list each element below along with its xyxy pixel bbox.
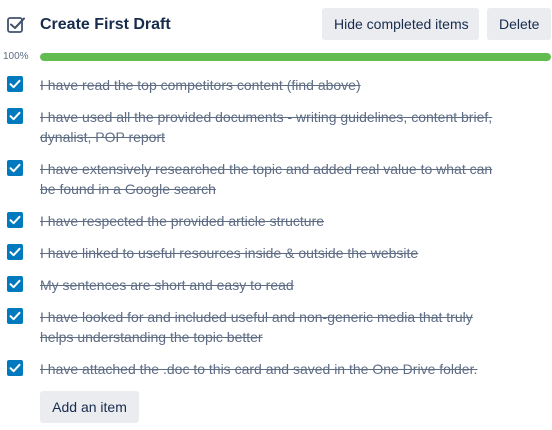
item-checkbox[interactable] [7, 360, 23, 376]
checkmark-icon [9, 79, 21, 89]
checklist-title[interactable]: Create First Draft [40, 14, 171, 36]
checkmark-icon [9, 247, 21, 257]
item-text[interactable]: I have used all the provided documents -… [40, 107, 510, 147]
progress-percentage: 100% [3, 51, 29, 62]
item-text[interactable]: I have extensively researched the topic … [40, 159, 510, 199]
checklist-item[interactable]: I have linked to useful resources inside… [0, 238, 552, 261]
checklist-item[interactable]: I have attached the .doc to this card an… [0, 354, 552, 377]
delete-button[interactable]: Delete [487, 8, 551, 40]
item-text[interactable]: I have respected the provided article st… [40, 211, 510, 231]
item-checkbox[interactable] [7, 212, 23, 228]
checklist-item[interactable]: My sentences are short and easy to read [0, 270, 552, 293]
item-text[interactable]: I have linked to useful resources inside… [40, 243, 510, 263]
checklist-item[interactable]: I have looked for and included useful an… [0, 302, 552, 345]
checkmark-icon [9, 163, 21, 173]
checklist-icon [7, 17, 25, 33]
checkmark-icon [9, 215, 21, 225]
progress-bar-fill [40, 53, 551, 61]
checklist-item[interactable]: I have read the top competitors content … [0, 70, 552, 93]
item-text[interactable]: I have looked for and included useful an… [40, 307, 510, 347]
item-checkbox[interactable] [7, 308, 23, 324]
checklist-item[interactable]: I have extensively researched the topic … [0, 154, 552, 197]
item-checkbox[interactable] [7, 244, 23, 260]
checklist-item[interactable]: I have used all the provided documents -… [0, 102, 552, 145]
progress-bar [40, 53, 551, 61]
add-item-button[interactable]: Add an item [40, 391, 139, 423]
checkmark-icon [9, 279, 21, 289]
checkmark-icon [9, 311, 21, 321]
checklist-panel: Create First Draft Hide completed items … [0, 0, 552, 430]
item-checkbox[interactable] [7, 276, 23, 292]
item-text[interactable]: I have read the top competitors content … [40, 75, 510, 95]
item-text[interactable]: My sentences are short and easy to read [40, 275, 510, 295]
checkmark-icon [9, 111, 21, 121]
item-checkbox[interactable] [7, 160, 23, 176]
item-checkbox[interactable] [7, 108, 23, 124]
checkmark-icon [9, 363, 21, 373]
hide-completed-button[interactable]: Hide completed items [322, 8, 479, 40]
checklist-header: Create First Draft Hide completed items … [0, 0, 552, 48]
checklist-item[interactable]: I have respected the provided article st… [0, 206, 552, 229]
item-checkbox[interactable] [7, 76, 23, 92]
item-text[interactable]: I have attached the .doc to this card an… [40, 359, 510, 379]
